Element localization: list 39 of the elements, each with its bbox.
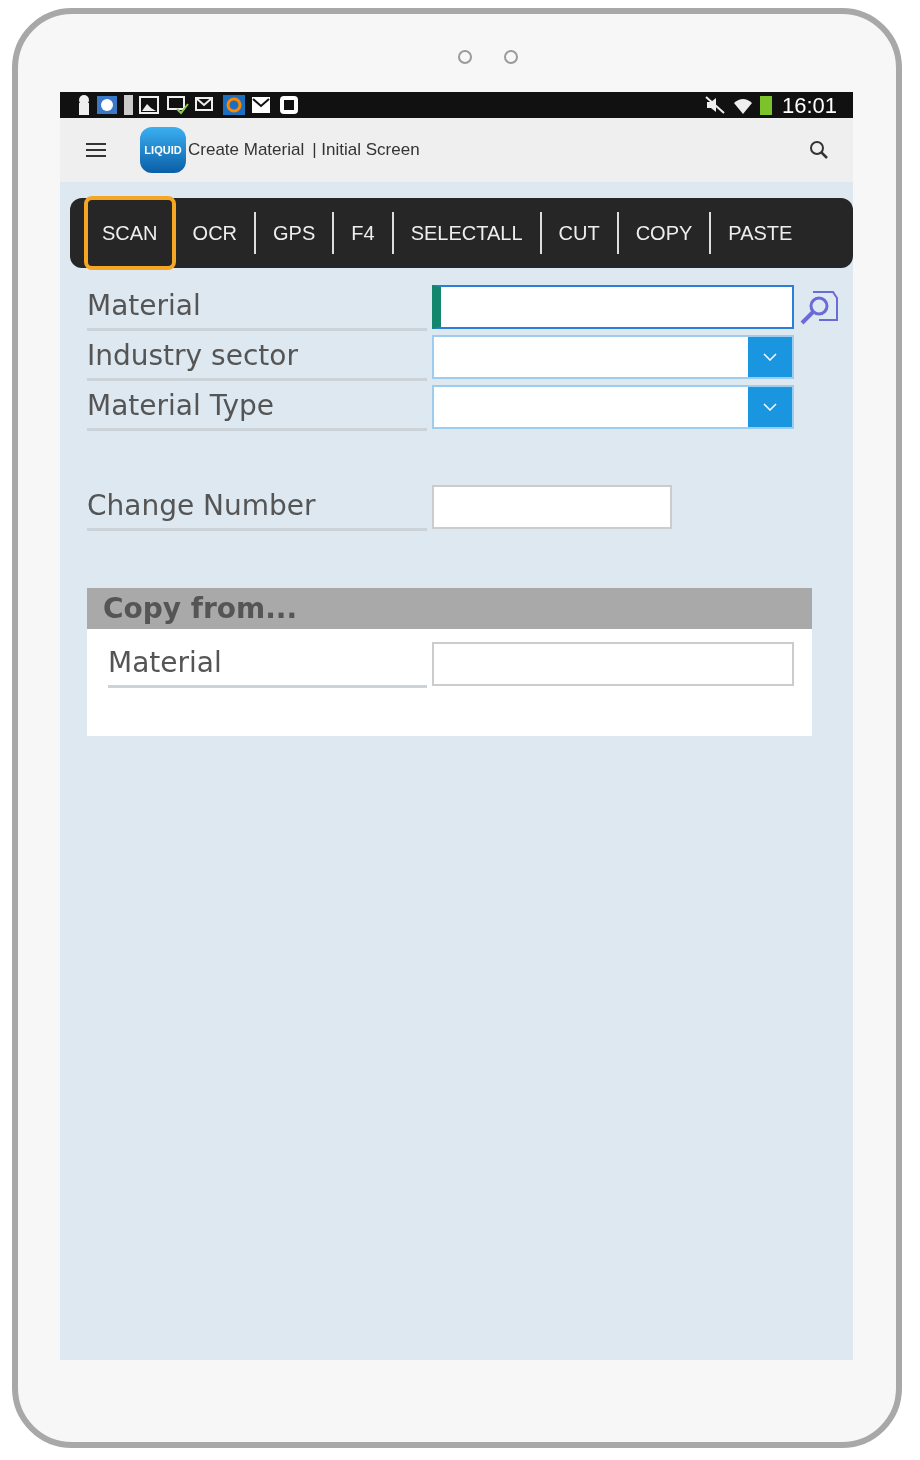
clock: 16:01 [781, 91, 837, 120]
toolbar-button[interactable]: CUT [541, 201, 617, 265]
toolbar-button[interactable]: F4 [334, 201, 392, 265]
field-label: Industry sector [87, 333, 427, 381]
person-icon [78, 95, 90, 115]
camera-icon [458, 50, 472, 64]
screen-subtitle: | Initial Screen [312, 139, 420, 162]
screen-title: Create Material [188, 139, 305, 162]
field-label: Material Type [87, 383, 427, 431]
field-label: Material [87, 283, 427, 331]
search-icon[interactable] [809, 140, 829, 160]
toolbar-button[interactable]: SELECTALL [393, 201, 540, 265]
section-header: Copy from... [87, 588, 812, 629]
ring-app-icon [223, 95, 245, 115]
field-label: Change Number [87, 483, 427, 531]
sensor-icon [504, 50, 518, 64]
battery-icon [759, 95, 772, 115]
dropdown-field[interactable] [432, 385, 794, 429]
input-field[interactable] [432, 642, 794, 686]
app-icon [96, 95, 118, 115]
phone-icon [124, 95, 133, 115]
toolbar-button[interactable]: SCAN [84, 196, 176, 270]
app-icon [279, 95, 301, 115]
field-label: Material [108, 640, 427, 688]
dropdown-field[interactable] [432, 335, 794, 379]
envelope-icon [251, 95, 273, 115]
menu-icon[interactable] [86, 142, 106, 158]
mute-icon [703, 95, 726, 115]
image-icon [139, 95, 161, 115]
app-logo: LIQUID [140, 127, 186, 173]
toolbar-button[interactable]: OCR [175, 201, 255, 265]
input-field[interactable] [432, 285, 794, 329]
monitor-check-icon [167, 95, 189, 115]
toolbar-button[interactable]: PASTE [711, 201, 810, 265]
input-field[interactable] [432, 485, 672, 529]
chevron-down-icon [763, 353, 777, 361]
chevron-down-icon [763, 403, 777, 411]
toolbar-button[interactable]: GPS [256, 201, 333, 265]
toolbar-button[interactable]: COPY [618, 201, 710, 265]
